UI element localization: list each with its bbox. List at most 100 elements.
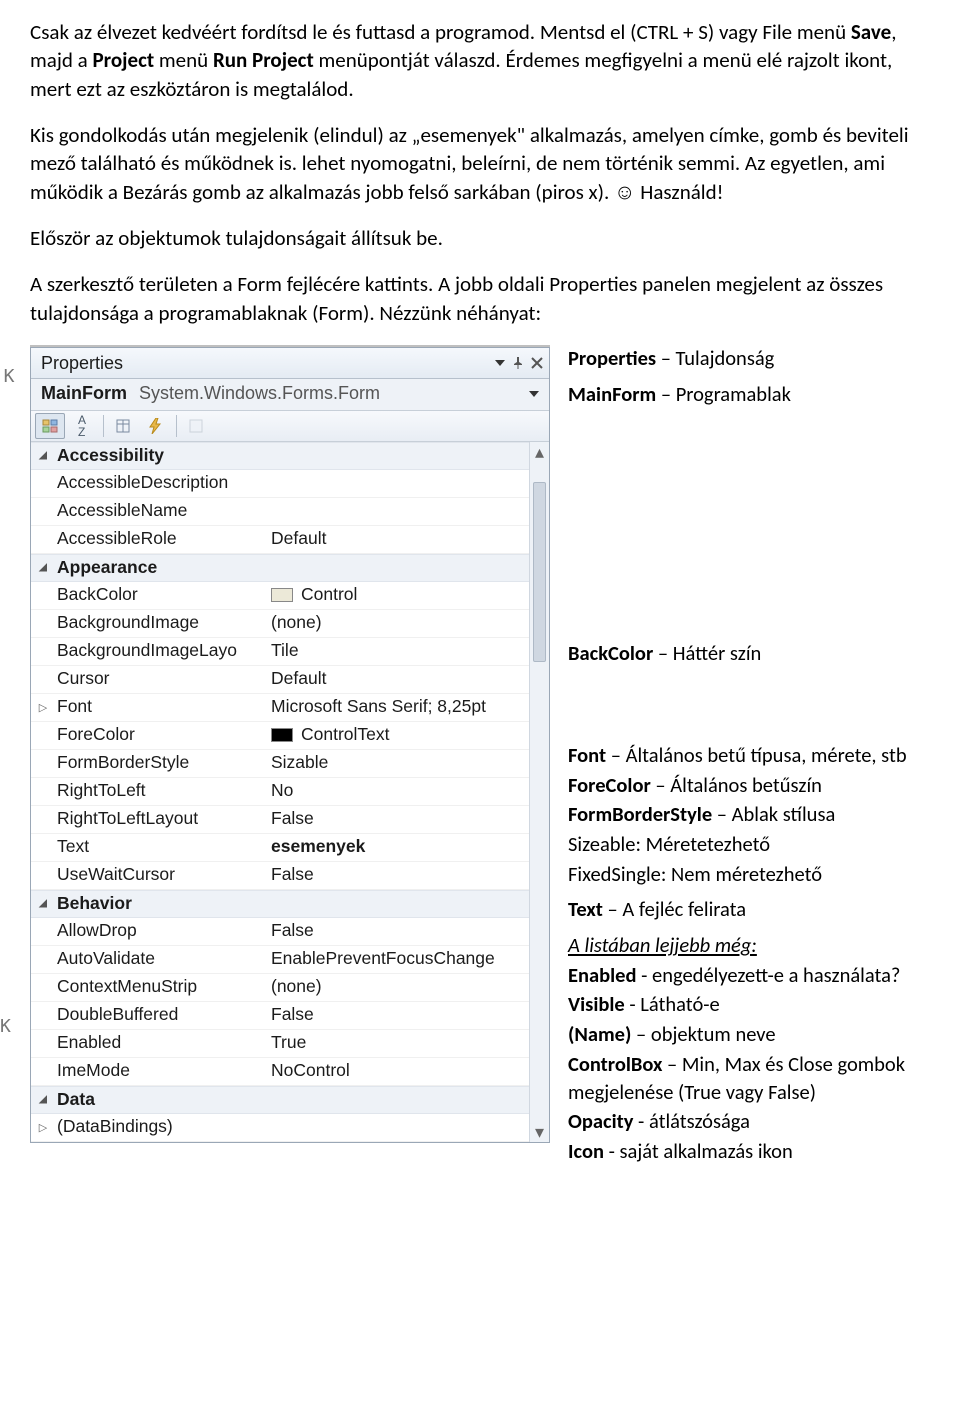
property-row[interactable]: DoubleBufferedFalse — [31, 1002, 549, 1030]
property-name: DoubleBuffered — [55, 1003, 265, 1027]
property-value[interactable]: esemenyek — [265, 835, 549, 859]
close-icon[interactable] — [531, 357, 543, 369]
property-name: (DataBindings) — [55, 1115, 265, 1139]
property-row[interactable]: ImeModeNoControl — [31, 1058, 549, 1086]
ann-mainform: MainForm — [568, 381, 656, 407]
property-value[interactable]: Microsoft Sans Serif; 8,25pt — [265, 695, 549, 719]
alphabetical-button[interactable]: AZ — [67, 413, 97, 439]
panel-titlebar[interactable]: Properties — [31, 348, 549, 379]
object-selector[interactable]: MainForm System.Windows.Forms.Form — [31, 379, 549, 410]
expand-icon[interactable] — [39, 1118, 47, 1136]
properties-panel: Properties MainForm System.Windows.Forms… — [30, 347, 550, 1143]
property-value[interactable]: False — [265, 919, 549, 943]
property-row[interactable]: RightToLeftNo — [31, 778, 549, 806]
ann-controlbox: ControlBox — [568, 1051, 662, 1077]
property-name: Enabled — [55, 1031, 265, 1055]
property-row[interactable]: (DataBindings) — [31, 1114, 549, 1142]
property-value[interactable]: Default — [265, 667, 549, 691]
ann-properties: Properties — [568, 345, 656, 371]
dropdown-icon[interactable] — [495, 360, 505, 366]
property-name: RightToLeft — [55, 779, 265, 803]
pin-icon[interactable] — [511, 356, 525, 370]
category-row[interactable]: Data — [31, 1086, 549, 1114]
scroll-up-icon[interactable]: ▴ — [530, 442, 549, 462]
bold-project: Project — [92, 47, 154, 73]
property-row[interactable]: Textesemenyek — [31, 834, 549, 862]
property-row[interactable]: AllowDropFalse — [31, 918, 549, 946]
collapse-icon[interactable] — [31, 561, 55, 575]
property-name: AccessibleDescription — [55, 471, 265, 495]
property-value[interactable]: Default — [265, 527, 549, 551]
collapse-icon[interactable] — [31, 1093, 55, 1107]
property-row[interactable]: UseWaitCursorFalse — [31, 862, 549, 890]
property-row[interactable]: CursorDefault — [31, 666, 549, 694]
object-type: System.Windows.Forms.Form — [139, 381, 380, 405]
property-row[interactable]: RightToLeftLayoutFalse — [31, 806, 549, 834]
properties-button[interactable] — [108, 413, 138, 439]
text: – Tulajdonság — [656, 345, 774, 371]
collapse-icon[interactable] — [31, 449, 55, 463]
color-swatch — [271, 588, 293, 602]
property-row[interactable]: AutoValidateEnablePreventFocusChange — [31, 946, 549, 974]
scroll-thumb[interactable] — [533, 482, 546, 662]
property-value[interactable]: True — [265, 1031, 549, 1055]
paragraph-2: Kis gondolkodás után megjelenik (elindul… — [30, 121, 930, 206]
property-row[interactable]: AccessibleDescription — [31, 470, 549, 498]
collapse-icon[interactable] — [31, 897, 55, 911]
property-grid[interactable]: AccessibilityAccessibleDescription Access… — [31, 442, 549, 1142]
ann-backcolor: BackColor — [568, 640, 653, 666]
text: – Programablak — [656, 381, 791, 407]
property-name: AccessibleName — [55, 499, 265, 523]
property-row[interactable]: FontMicrosoft Sans Serif; 8,25pt — [31, 694, 549, 722]
property-name: Cursor — [55, 667, 265, 691]
property-name: FormBorderStyle — [55, 751, 265, 775]
property-row[interactable]: AccessibleName — [31, 498, 549, 526]
expand-icon[interactable] — [39, 698, 47, 716]
property-name: UseWaitCursor — [55, 863, 265, 887]
chevron-down-icon[interactable] — [529, 391, 539, 397]
expand-placeholder — [31, 698, 55, 716]
property-row[interactable]: BackgroundImage(none) — [31, 610, 549, 638]
property-value[interactable]: False — [265, 1003, 549, 1027]
property-value[interactable]: (none) — [265, 975, 549, 999]
property-value[interactable]: Control — [265, 583, 549, 607]
categorized-button[interactable] — [35, 413, 65, 439]
property-value[interactable]: False — [265, 863, 549, 887]
property-pages-button[interactable] — [181, 413, 211, 439]
property-value[interactable]: False — [265, 807, 549, 831]
property-row[interactable]: BackgroundImageLayoTile — [31, 638, 549, 666]
scroll-down-icon[interactable]: ▾ — [530, 1122, 549, 1142]
property-name: ContextMenuStrip — [55, 975, 265, 999]
panel-toolbar: AZ — [31, 411, 549, 442]
property-value[interactable]: ControlText — [265, 723, 549, 747]
ann-visible: Visible — [568, 991, 625, 1017]
category-row[interactable]: Behavior — [31, 890, 549, 918]
property-name: BackColor — [55, 583, 265, 607]
property-row[interactable]: BackColorControl — [31, 582, 549, 610]
category-row[interactable]: Appearance — [31, 554, 549, 582]
property-name: Text — [55, 835, 265, 859]
ann-font: Font — [568, 742, 606, 768]
property-value[interactable]: NoControl — [265, 1059, 549, 1083]
vertical-scrollbar[interactable]: ▴ ▾ — [529, 442, 549, 1142]
ann-formborderstyle: FormBorderStyle — [568, 801, 712, 827]
property-value[interactable]: Tile — [265, 639, 549, 663]
property-row[interactable]: EnabledTrue — [31, 1030, 549, 1058]
property-row[interactable]: FormBorderStyleSizable — [31, 750, 549, 778]
property-name: RightToLeftLayout — [55, 807, 265, 831]
text: – Háttér szín — [653, 640, 761, 666]
property-row[interactable]: ContextMenuStrip(none) — [31, 974, 549, 1002]
property-row[interactable]: ForeColorControlText — [31, 722, 549, 750]
property-row[interactable]: AccessibleRoleDefault — [31, 526, 549, 554]
text: - saját alkalmazás ikon — [604, 1138, 793, 1164]
property-value[interactable]: No — [265, 779, 549, 803]
property-value[interactable]: Sizable — [265, 751, 549, 775]
scroll-track[interactable] — [530, 462, 549, 1122]
property-value[interactable]: (none) — [265, 611, 549, 635]
category-row[interactable]: Accessibility — [31, 442, 549, 470]
property-name: AllowDrop — [55, 919, 265, 943]
events-button[interactable] — [140, 413, 170, 439]
property-value[interactable]: EnablePreventFocusChange — [265, 947, 549, 971]
text: - Látható-e — [625, 991, 720, 1017]
toolbar-divider — [103, 415, 104, 437]
